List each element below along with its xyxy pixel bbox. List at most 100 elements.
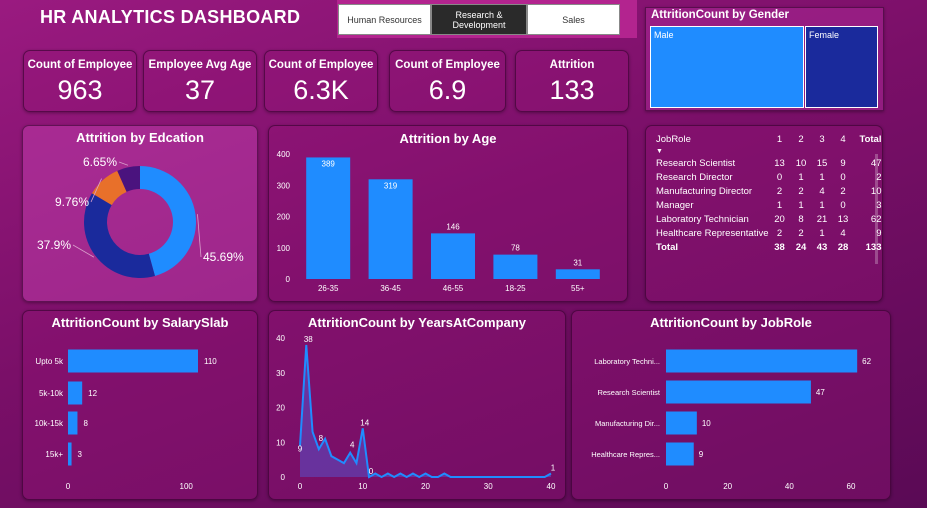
x-tick-label: 10 (358, 482, 367, 491)
table-cell: 4 (840, 227, 846, 239)
table-cell: 43 (816, 241, 828, 253)
donut-data-label: 9.76% (55, 195, 89, 209)
table-cell: Healthcare Representative (656, 227, 769, 239)
years-data-label: 0 (369, 467, 374, 476)
jobrole-bar-data-label: 62 (862, 357, 871, 366)
x-tick-label: 26-35 (318, 284, 339, 293)
y-tick-label: 100 (277, 244, 291, 253)
x-tick-label: 46-55 (443, 284, 464, 293)
donut-data-label: 6.65% (83, 155, 117, 169)
salary-bar-data-label: 8 (83, 419, 88, 428)
table-cell: 0 (840, 171, 846, 183)
slicer-research-development[interactable]: Research & Development (431, 4, 527, 35)
y-tick-label: Upto 5k (35, 357, 64, 366)
table-header-cell: Total (859, 134, 882, 145)
kpi-label-1: Count of Employee (27, 59, 133, 71)
years-data-label: 8 (319, 434, 324, 443)
jobrole-bar-data-label: 9 (699, 450, 704, 459)
table-cell: 28 (837, 241, 849, 253)
age-bar-data-label: 146 (446, 222, 460, 231)
x-tick-label: 0 (66, 482, 71, 491)
sort-desc-icon[interactable]: ▼ (656, 148, 663, 155)
salary-bar (68, 442, 72, 466)
y-tick-label: 0 (286, 275, 291, 284)
x-tick-label: 36-45 (380, 284, 401, 293)
donut-slice (84, 193, 155, 278)
donut-data-label: 37.9% (37, 238, 71, 252)
table-cell: 20 (774, 213, 785, 225)
age-bar (431, 233, 475, 279)
table-cell: 4 (819, 185, 825, 197)
table-cell: 2 (798, 185, 804, 197)
kpi-label-2: Employee Avg Age (148, 59, 252, 71)
table-header-cell: 2 (798, 134, 804, 145)
table-header-jobrole[interactable]: JobRole ▼ (656, 134, 768, 156)
gender-chart-title: AttritionCount by Gender (651, 9, 789, 21)
jobrole-bar (666, 380, 811, 404)
treemap-female-label: Female (809, 30, 840, 40)
years-area-fill (300, 344, 551, 477)
table-total-row: Total 38 24 43 28 133 (656, 240, 881, 254)
kpi-value-4: 6.9 (428, 75, 467, 105)
treemap-male-label: Male (654, 30, 674, 40)
age-bar (306, 157, 351, 279)
x-tick-label: 60 (847, 482, 856, 491)
years-data-label: 38 (304, 335, 313, 344)
table-cell: 21 (816, 213, 828, 225)
y-tick-label: Healthcare Repres... (591, 450, 660, 459)
x-tick-label: 100 (180, 482, 194, 491)
table-cell: Research Director (656, 171, 733, 183)
kpi-card-2: Employee Avg Age 37 (143, 50, 257, 112)
donut-leader-line (118, 161, 129, 166)
age-bar (368, 179, 413, 279)
table-cell: 10 (795, 157, 807, 169)
table-scrollbar[interactable] (875, 154, 878, 264)
table-header-cell: 1 (776, 134, 783, 145)
kpi-value-3: 6.3K (293, 75, 349, 105)
education-panel: Attrition by Edcation 45.69% 37.9% 9.76% 6.… (22, 125, 258, 302)
treemap-male[interactable]: Male (650, 26, 804, 108)
y-tick-label: 10 (276, 438, 285, 447)
treemap-female[interactable]: Female (805, 26, 878, 108)
jobrole-bar-data-label: 10 (702, 419, 711, 428)
table-row: Laboratory Technician 20 8 21 13 62 (656, 212, 881, 226)
table-cell: Total (656, 241, 678, 253)
y-tick-label: Laboratory Techni... (594, 357, 660, 366)
salary-bar (68, 349, 198, 373)
age-bar (555, 269, 600, 279)
x-tick-label: 40 (785, 482, 794, 491)
x-tick-label: 55+ (571, 284, 585, 293)
slicer-human-resources[interactable]: Human Resources (338, 4, 431, 35)
table-header-jobrole-label: JobRole (656, 134, 691, 145)
dashboard-title: HR ANALYTICS DASHBOARD (40, 7, 301, 27)
x-tick-label: 20 (421, 482, 430, 491)
table-row: Research Director 0 1 1 0 2 (656, 170, 881, 184)
slicer-sales[interactable]: Sales (527, 4, 620, 35)
table-cell: 1 (798, 199, 804, 211)
age-bar-data-label: 319 (384, 181, 398, 190)
table-cell: 38 (774, 241, 785, 253)
table-row: Manager 1 1 1 0 3 (656, 198, 881, 212)
jobrole-bar (666, 442, 694, 466)
years-data-label: 14 (360, 418, 369, 427)
salary-bar (68, 411, 78, 435)
jobrole-bar (666, 349, 858, 373)
y-tick-label: 5k-10k (39, 389, 64, 398)
kpi-label-4: Count of Employee (395, 59, 500, 71)
table-header-cell: 4 (840, 134, 846, 145)
table-cell: 1 (776, 199, 783, 211)
x-tick-label: 40 (547, 482, 556, 491)
table-cell: 0 (776, 171, 783, 183)
x-tick-label: 0 (664, 482, 669, 491)
x-tick-label: 18-25 (505, 284, 526, 293)
table-row: Healthcare Representative 2 2 1 4 9 (656, 226, 881, 240)
table-cell: Research Scientist (656, 157, 736, 169)
table-cell: 2 (776, 185, 783, 197)
kpi-card-1: Count of Employee 963 (23, 50, 137, 112)
table-cell: 2 (798, 227, 804, 239)
jobrole-bar-data-label: 47 (816, 388, 825, 397)
table-cell: 9 (840, 157, 846, 169)
salary-panel: AttritionCount by SalarySlab Upto 5k 110 5… (22, 310, 258, 500)
years-data-label: 4 (350, 441, 355, 450)
y-tick-label: 20 (276, 404, 285, 413)
